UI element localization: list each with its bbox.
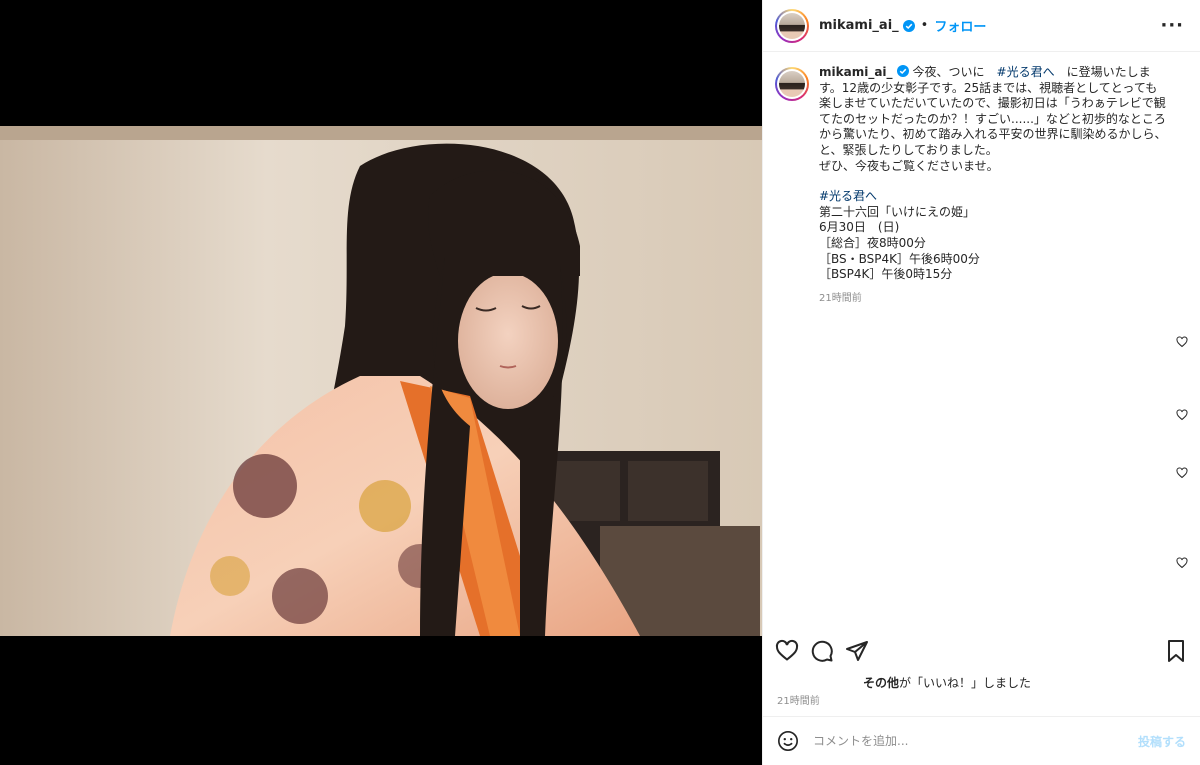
comment-icon[interactable] [810, 639, 834, 663]
likes-others-link[interactable]: その他 [863, 676, 899, 690]
separator-dot: • [920, 18, 929, 33]
post-media-pane [0, 0, 762, 765]
post-sidebar: mikami_ai_ • フォロー ··· mikami_ai_ 今夜、ついに #… [762, 0, 1200, 765]
bookmark-icon[interactable] [1164, 639, 1188, 663]
caption-time: 21時間前 [819, 292, 862, 304]
caption-bs: ［BS・BSP4K］午後6時00分 [819, 251, 980, 266]
post-photo-image [0, 126, 762, 636]
caption-text: mikami_ai_ 今夜、ついに #光る君へ に登場いたします。12歳の少女彰子… [819, 65, 1169, 306]
avatar[interactable] [775, 8, 809, 43]
caption-date: 6月30日 (日) [819, 220, 900, 235]
caption-username[interactable]: mikami_ai_ [819, 65, 893, 79]
post-actions [763, 636, 1200, 666]
caption-episode: 第二十六回「いけにえの姫」 [819, 204, 976, 219]
comment-input[interactable] [813, 734, 1113, 748]
post-photo[interactable] [0, 126, 762, 636]
caption: mikami_ai_ 今夜、ついに #光る君へ に登場いたします。12歳の少女彰子… [775, 65, 1184, 306]
hashtag-link-2[interactable]: #光る君へ [819, 189, 1169, 205]
caption-sogo: ［総合］夜8時00分 [819, 235, 926, 250]
hashtag-link[interactable]: #光る君へ [997, 65, 1055, 79]
follow-button[interactable]: フォロー [934, 16, 986, 35]
caption-intro: 今夜、ついに [912, 65, 997, 79]
caption-avatar-image [779, 71, 805, 97]
comments-section: mikami_ai_ 今夜、ついに #光る君へ に登場いたします。12歳の少女彰子… [763, 53, 1200, 633]
caption-avatar[interactable] [775, 67, 809, 101]
verified-badge-icon [896, 65, 909, 77]
comment-like-heart-icon[interactable] [1176, 409, 1188, 421]
add-comment-bar: 投稿する [763, 716, 1200, 765]
more-options-icon[interactable]: ··· [1160, 15, 1184, 36]
emoji-icon[interactable] [777, 730, 799, 752]
comment-like-heart-icon[interactable] [1176, 336, 1188, 348]
comment-like-heart-icon[interactable] [1176, 557, 1188, 569]
post-timestamp[interactable]: 21時間前 [777, 692, 820, 707]
caption-bsp4k: ［BSP4K］午後0時15分 [819, 267, 953, 282]
comment-like-heart-icon[interactable] [1176, 467, 1188, 479]
post-comment-button[interactable]: 投稿する [1138, 733, 1186, 750]
likes-summary: その他が「いいね！」しました [863, 674, 1031, 691]
caption-closing: ぜひ、今夜もご覧くださいませ。 [819, 158, 999, 173]
verified-badge-icon [902, 19, 915, 32]
paper-plane-icon[interactable] [845, 639, 869, 663]
avatar-image [779, 12, 805, 39]
likes-text: が「いいね！」しました [899, 676, 1032, 690]
heart-icon[interactable] [775, 639, 799, 663]
post-header: mikami_ai_ • フォロー ··· [763, 0, 1200, 52]
author-username[interactable]: mikami_ai_ [819, 18, 899, 33]
